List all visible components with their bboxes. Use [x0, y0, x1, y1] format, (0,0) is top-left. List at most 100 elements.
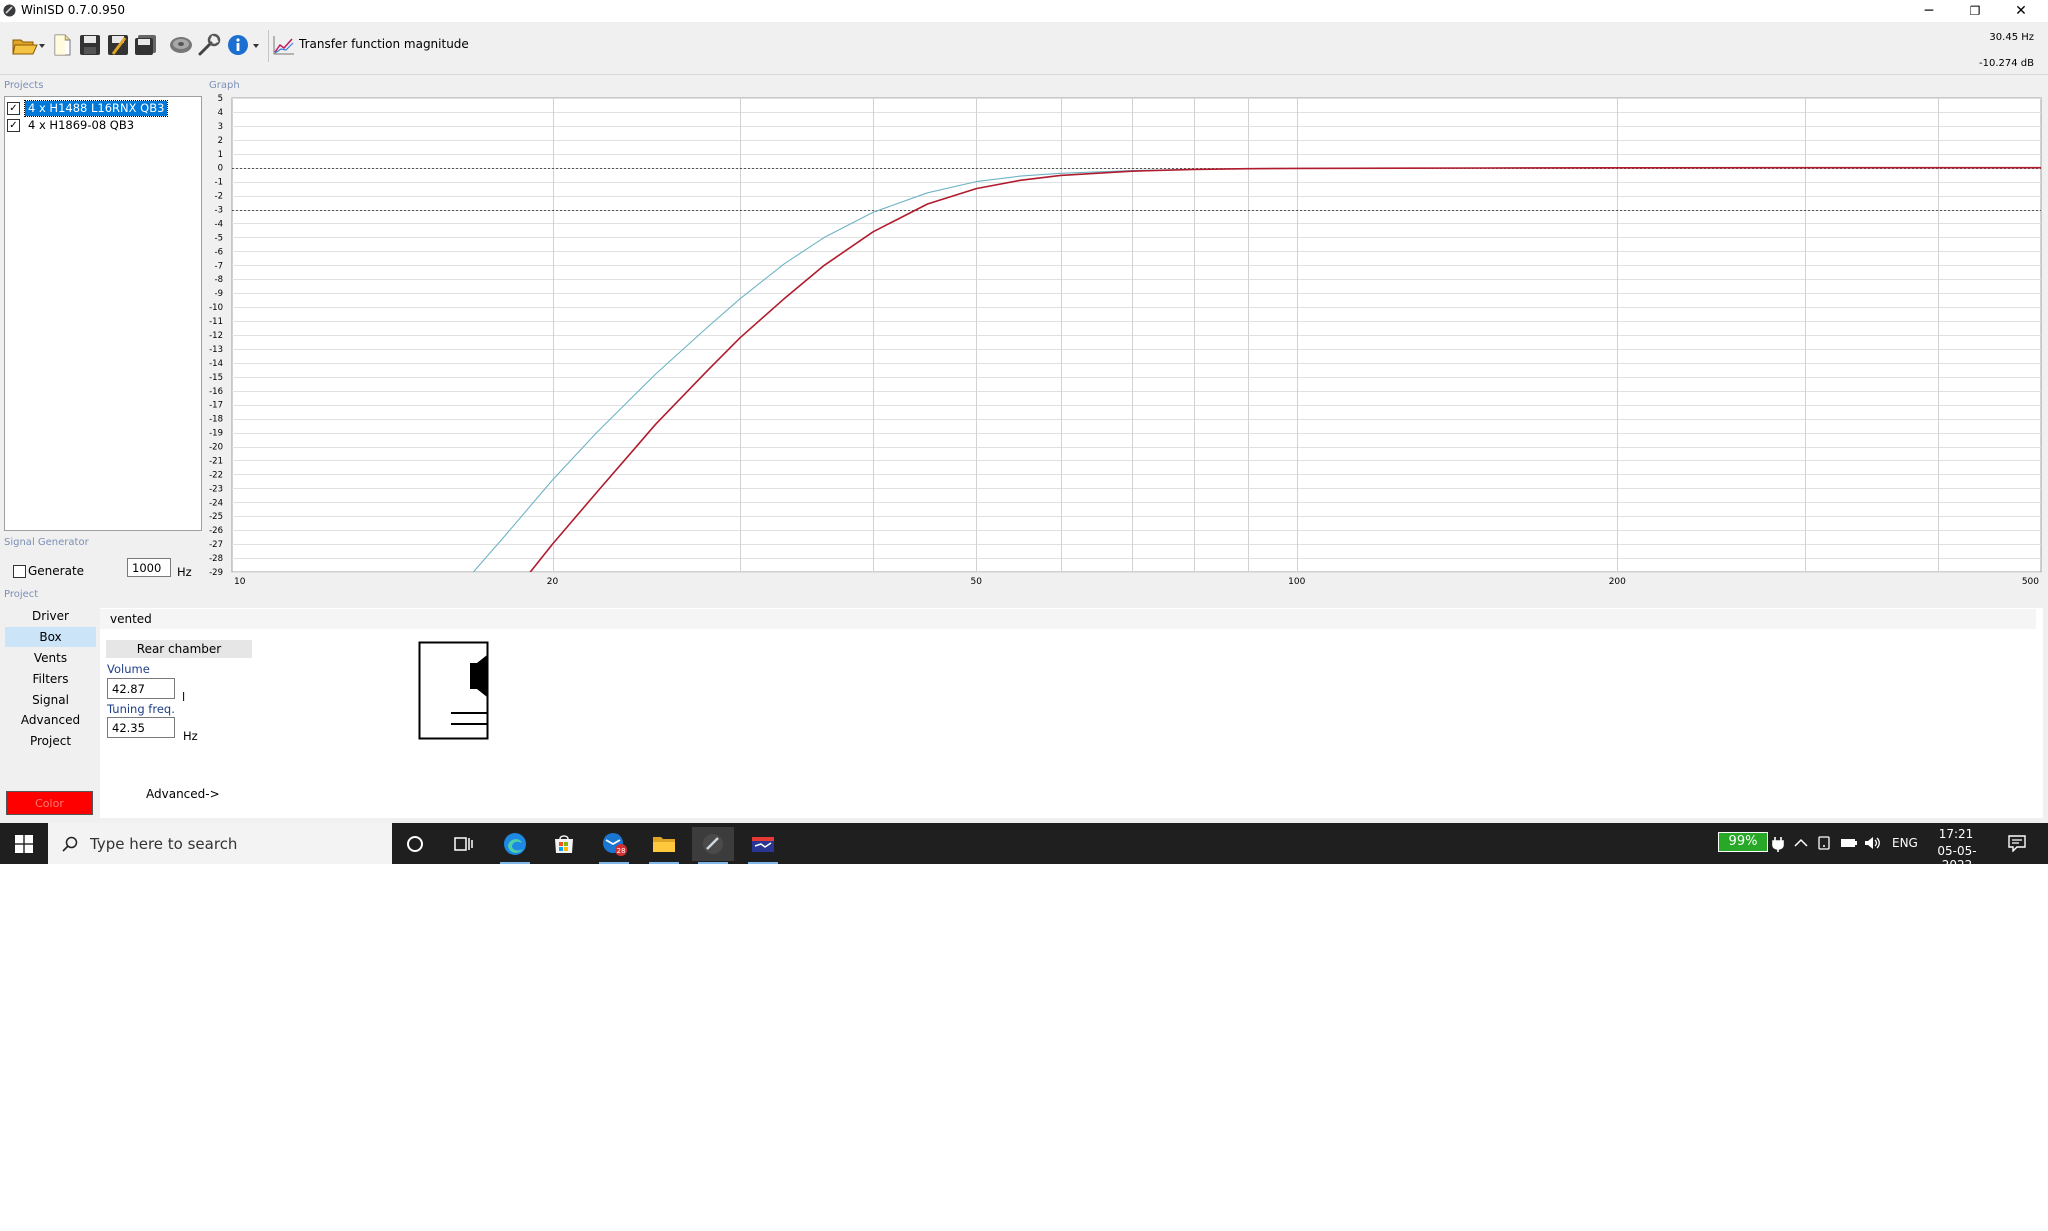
y-tick-label: -12 — [209, 331, 223, 341]
toolbar-separator — [268, 30, 269, 62]
battery-indicator[interactable]: 99% — [1718, 832, 1768, 852]
chevron-up-icon[interactable] — [1794, 838, 1808, 848]
taskbar-search-box[interactable]: Type here to search — [48, 823, 392, 864]
x-tick-label: 50 — [971, 577, 983, 587]
y-tick-label: -3 — [215, 206, 223, 216]
close-button[interactable]: ✕ — [1998, 0, 2044, 22]
x-tick-label: 100 — [1288, 577, 1305, 587]
y-tick-label: -21 — [209, 456, 223, 466]
info-button[interactable] — [225, 32, 265, 58]
cortana-icon — [407, 836, 423, 852]
clock-time[interactable]: 17:21 — [1928, 827, 1984, 841]
power-plug-icon — [1772, 837, 1784, 852]
winisd-app-icon — [3, 4, 16, 17]
mail-icon: 28 — [603, 833, 627, 856]
notifications-icon[interactable] — [2008, 834, 2026, 852]
y-tick-label: 0 — [218, 164, 223, 174]
y-tick-label: 5 — [218, 94, 223, 104]
winisd-open-indicator — [698, 862, 728, 864]
nav-vents[interactable]: Vents — [5, 648, 96, 668]
y-tick-label: -15 — [209, 373, 223, 383]
y-tick-label: -27 — [209, 540, 223, 550]
language-indicator[interactable]: ENG — [1892, 836, 1918, 850]
volume-label: Volume — [107, 662, 150, 676]
graph-type-label[interactable]: Transfer function magnitude — [299, 37, 469, 51]
cortana-button[interactable] — [394, 827, 436, 861]
file-explorer-taskbar-button[interactable] — [643, 827, 685, 864]
y-tick-label: 1 — [218, 150, 223, 160]
project-checkbox[interactable]: ✓ — [7, 101, 20, 115]
nav-project[interactable]: Project — [5, 731, 96, 751]
volume-input[interactable] — [107, 678, 175, 699]
window-title: WinISD 0.7.0.950 — [21, 3, 126, 17]
y-tick-label: -7 — [215, 261, 223, 271]
y-tick-label: -1 — [215, 178, 223, 188]
nav-signal[interactable]: Signal — [5, 690, 96, 710]
projects-heading: Projects — [4, 80, 44, 91]
save-all-button[interactable] — [133, 32, 159, 58]
winisd-icon — [703, 834, 723, 854]
save-button[interactable] — [77, 32, 103, 58]
edge-taskbar-button[interactable] — [494, 827, 536, 864]
project-checkbox[interactable]: ✓ — [7, 118, 20, 132]
mail-taskbar-button[interactable]: 28 — [593, 827, 635, 864]
y-tick-label: -13 — [209, 345, 223, 355]
y-tick-label: -11 — [209, 317, 223, 327]
windows-logo-icon — [15, 834, 33, 853]
tuning-freq-input[interactable] — [107, 717, 175, 738]
nav-driver[interactable]: Driver — [5, 606, 96, 626]
cursor-level-readout: -10.274 dB — [1979, 58, 2034, 69]
task-view-button[interactable] — [443, 827, 485, 861]
driver-editor-icon — [170, 37, 192, 53]
volume-icon[interactable] — [1864, 835, 1882, 851]
nav-advanced[interactable]: Advanced — [5, 710, 96, 730]
store-taskbar-button[interactable] — [543, 827, 585, 861]
generator-frequency-unit: Hz — [177, 565, 192, 579]
project-item[interactable]: ✓ 4 x H1869-08 QB3 — [7, 117, 199, 133]
tuning-freq-label: Tuning freq. — [107, 702, 175, 716]
project-name[interactable]: 4 x H1488 L16RNX QB3 — [23, 99, 169, 117]
project-name[interactable]: 4 x H1869-08 QB3 — [25, 118, 137, 133]
frequency-response-graph[interactable]: 543210-1-2-3-4-5-6-7-8-9-10-11-12-13-14-… — [205, 92, 2043, 588]
new-project-icon — [54, 34, 71, 56]
app-taskbar-button[interactable] — [742, 827, 784, 864]
new-project-button[interactable] — [49, 32, 75, 58]
generate-checkbox[interactable] — [13, 565, 26, 578]
x-tick-label: 20 — [547, 577, 559, 587]
battery-status-icon[interactable] — [1840, 837, 1858, 849]
start-button[interactable] — [0, 823, 48, 864]
graph-type-button[interactable] — [271, 32, 297, 58]
x-tick-label: 10 — [234, 577, 246, 587]
box-type-label: vented — [100, 609, 2036, 629]
tablet-mode-icon[interactable] — [1816, 835, 1832, 851]
box-panel — [100, 608, 2043, 818]
minimize-button[interactable]: ─ — [1906, 0, 1952, 22]
advanced-link[interactable]: Advanced-> — [146, 787, 220, 801]
nav-box[interactable]: Box — [5, 627, 96, 647]
open-folder-icon — [12, 39, 45, 55]
nav-filters[interactable]: Filters — [5, 669, 96, 689]
save-as-button[interactable] — [105, 32, 131, 58]
project-item[interactable]: ✓ 4 x H1488 L16RNX QB3 — [7, 99, 199, 117]
tools-button[interactable] — [196, 32, 222, 58]
y-tick-label: -29 — [209, 568, 223, 578]
winisd-taskbar-button[interactable] — [692, 827, 734, 864]
driver-editor-button[interactable] — [168, 32, 194, 58]
y-tick-label: -22 — [209, 470, 223, 480]
x-tick-label: 500 — [2022, 577, 2039, 587]
volume-unit: l — [182, 690, 186, 704]
y-tick-label: -9 — [215, 289, 223, 299]
tuning-freq-unit: Hz — [183, 729, 198, 743]
open-button[interactable] — [10, 32, 48, 58]
color-button[interactable]: Color — [6, 791, 93, 815]
generator-frequency-input[interactable] — [127, 558, 171, 577]
y-tick-label: -4 — [215, 219, 223, 229]
save-icon — [80, 35, 100, 55]
restore-button[interactable]: ❐ — [1952, 0, 1998, 22]
y-tick-label: -5 — [215, 233, 223, 243]
y-tick-label: -23 — [209, 484, 223, 494]
clock-date[interactable]: 05-05-2022 — [1924, 844, 1990, 872]
y-tick-label: -28 — [209, 554, 223, 564]
y-tick-label: -6 — [215, 247, 223, 257]
rear-chamber-tab[interactable]: Rear chamber — [106, 640, 252, 658]
